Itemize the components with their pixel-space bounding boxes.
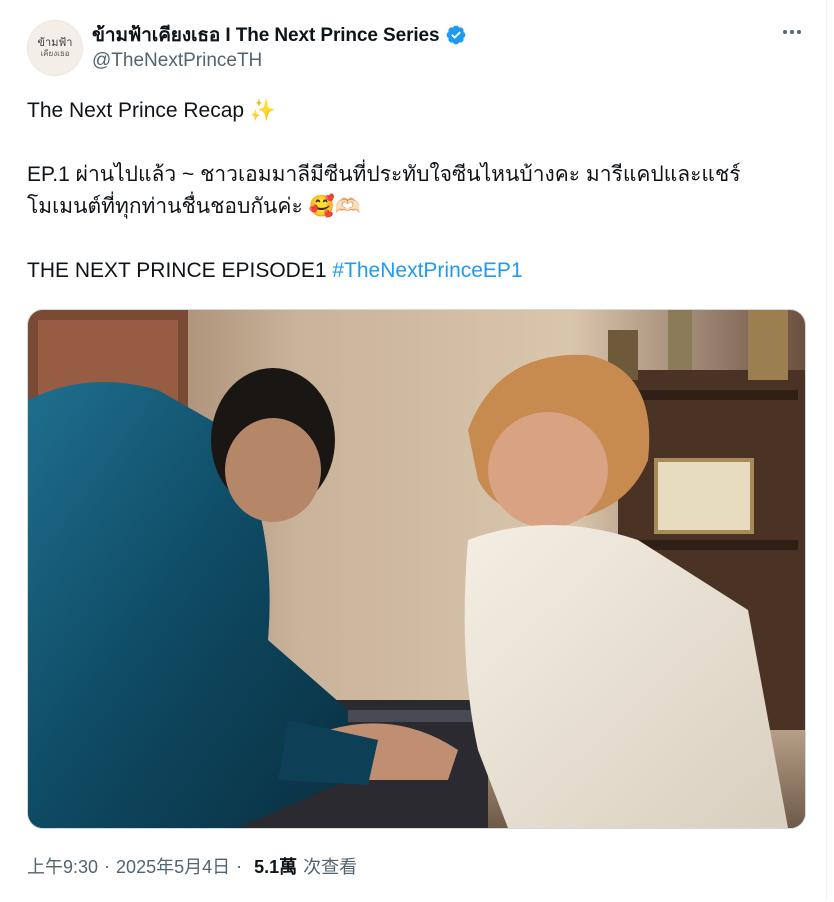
avatar-logo-line1: ข้ามฟ้า — [37, 36, 73, 49]
views-count[interactable]: 5.1萬 — [254, 853, 297, 879]
more-horizontal-icon[interactable] — [778, 20, 806, 44]
meta-separator-1: · — [104, 855, 111, 876]
tweet-photo[interactable] — [27, 309, 806, 829]
tweet-time[interactable]: 上午9:30 — [27, 853, 98, 879]
tweet-date[interactable]: 2025年5月4日 — [116, 853, 230, 879]
author-handle[interactable]: @TheNextPrinceTH — [92, 50, 262, 72]
tweet-card: ข้ามฟ้า เคียงเธอ ข้ามฟ้าเคียงเธอ I The N… — [0, 0, 827, 900]
verified-badge-icon — [445, 24, 467, 46]
avatar-logo-line2: เคียงเธอ — [40, 49, 70, 58]
hashtag-link[interactable]: #TheNextPrinceEP1 — [332, 259, 522, 282]
tweet-line-4: THE NEXT PRINCE EPISODE1 #TheNextPrinceE… — [27, 255, 807, 287]
tweet-meta: 上午9:30 · 2025年5月4日 · 5.1萬 次查看 — [27, 853, 357, 879]
views-label[interactable]: 次查看 — [303, 853, 357, 879]
tweet-text: The Next Prince Recap ✨ EP.1 ผ่านไปแล้ว … — [27, 95, 807, 287]
tweet-line-4-text: THE NEXT PRINCE EPISODE1 — [27, 259, 333, 282]
meta-separator-2: · — [236, 855, 243, 876]
author-display-name[interactable]: ข้ามฟ้าเคียงเธอ I The Next Prince Series — [92, 20, 440, 50]
tweet-line-1: The Next Prince Recap ✨ — [27, 99, 277, 122]
author-name-row[interactable]: ข้ามฟ้าเคียงเธอ I The Next Prince Series — [92, 20, 467, 50]
tweet-line-2: EP.1 ผ่านไปแล้ว ~ ชาวเอมมาลีมีซีนที่ประท… — [27, 163, 741, 186]
avatar[interactable]: ข้ามฟ้า เคียงเธอ — [27, 20, 83, 76]
tweet-line-3: โมเมนต์ที่ทุกท่านชื่นชอบกันค่ะ 🥰🫶🏻 — [27, 195, 361, 218]
